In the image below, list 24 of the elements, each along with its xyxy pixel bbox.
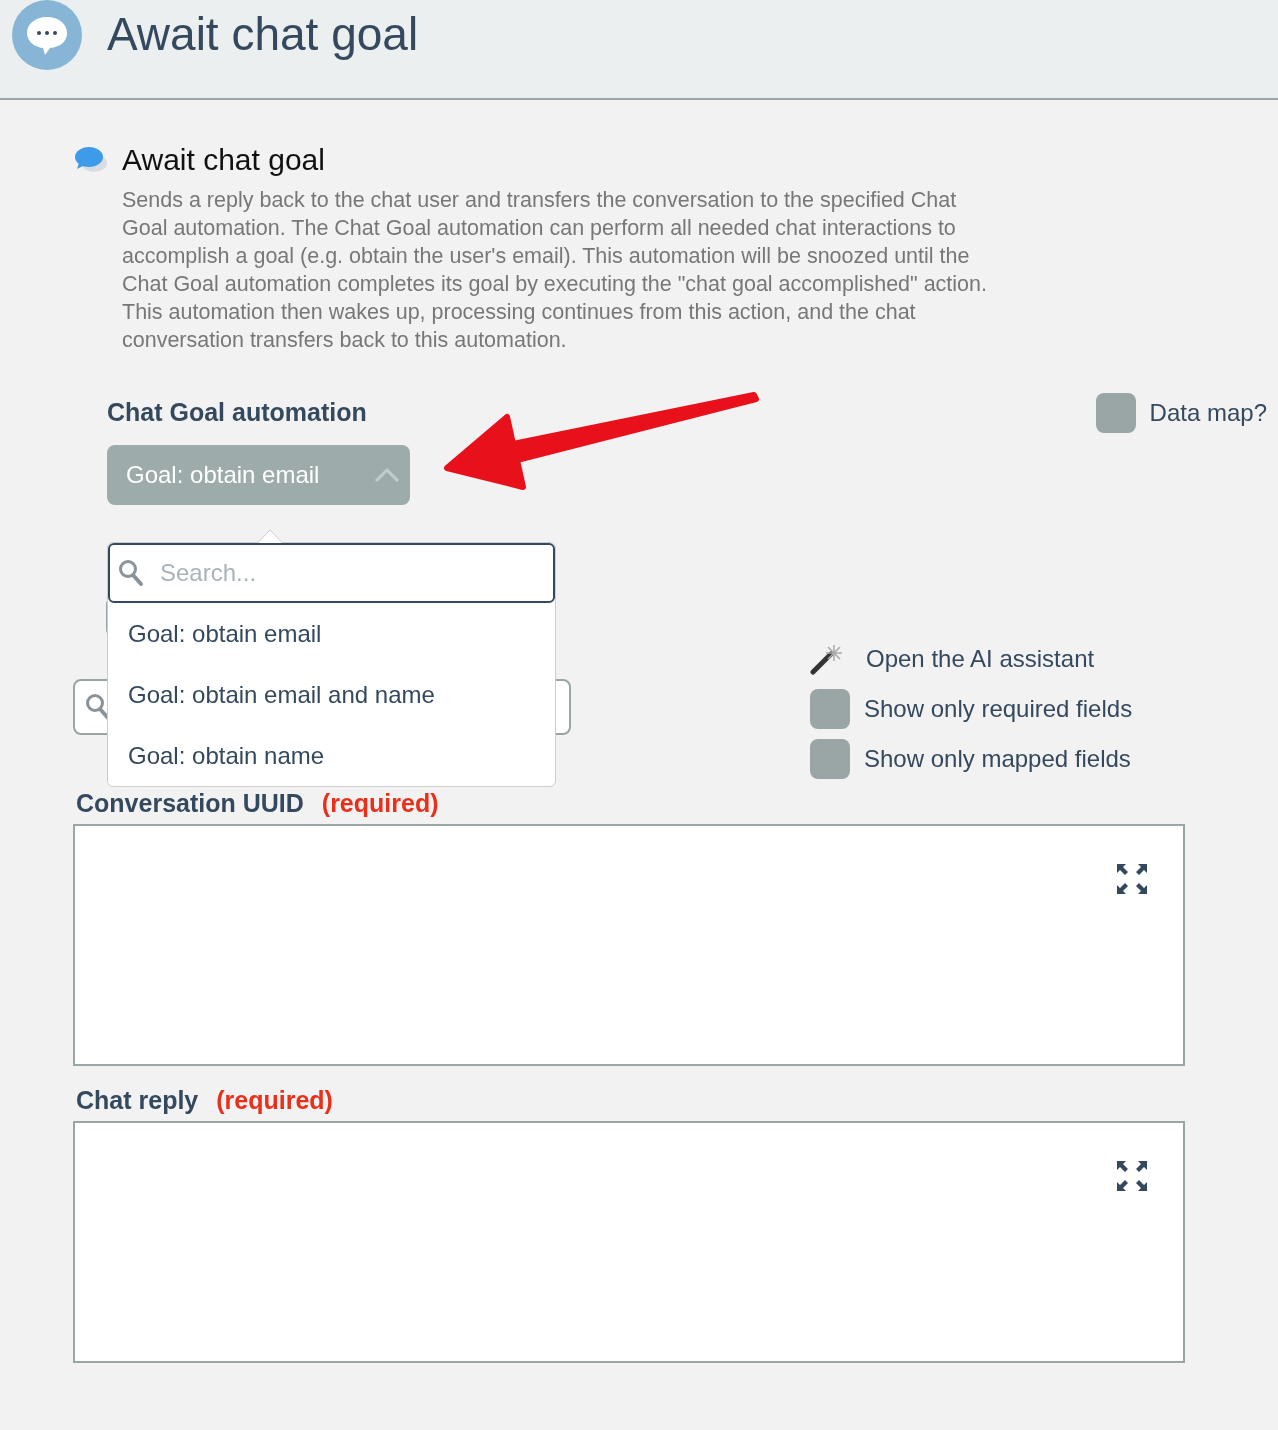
checkbox[interactable] [810,739,850,779]
required-marker: (required) [216,1086,333,1115]
required-marker: (required) [321,789,439,818]
page-title: Await chat goal [107,7,419,62]
search-field[interactable]: Search... [108,543,555,603]
ai-assistant-link[interactable]: Open the AI assistant [866,645,1095,673]
field-label: Chat Goal automation [107,398,368,427]
checkbox[interactable] [810,689,850,729]
search-icon [118,559,144,587]
dropdown-option[interactable]: Goal: obtain email and name [108,664,555,725]
dropdown-option[interactable]: Goal: obtain name [108,725,555,786]
magic-wand-icon[interactable] [810,643,842,675]
action-title: Await chat goal [122,142,325,178]
checkbox-label: Show only required fields [864,695,1133,723]
dropdown-option[interactable]: Goal: obtain email [108,603,555,664]
field-label: Chat reply [76,1086,199,1115]
expand-icon[interactable] [1116,863,1148,895]
action-description: Sends a reply back to the chat user and transfers the conversation to the specified Chat Goal automation. The Chat Goal automation can perform all needed chat interactions to accomplish a goal (e.g. obtain the user's email). This automation will be snoozed until the Chat Goal automation completes its goal by executing the "chat goal accomplished" action. This automation then wakes up, processing continues from this action, and the chat conversation transfers back to this automation. [122,187,988,354]
checkbox-label: Data map? [1149,399,1267,427]
chat-bubble-icon [12,0,82,70]
checkbox-label: Show only mapped fields [864,745,1131,773]
checkbox[interactable] [1095,393,1136,433]
expand-icon[interactable] [1116,1160,1148,1192]
field-label: Conversation UUID [76,789,304,818]
